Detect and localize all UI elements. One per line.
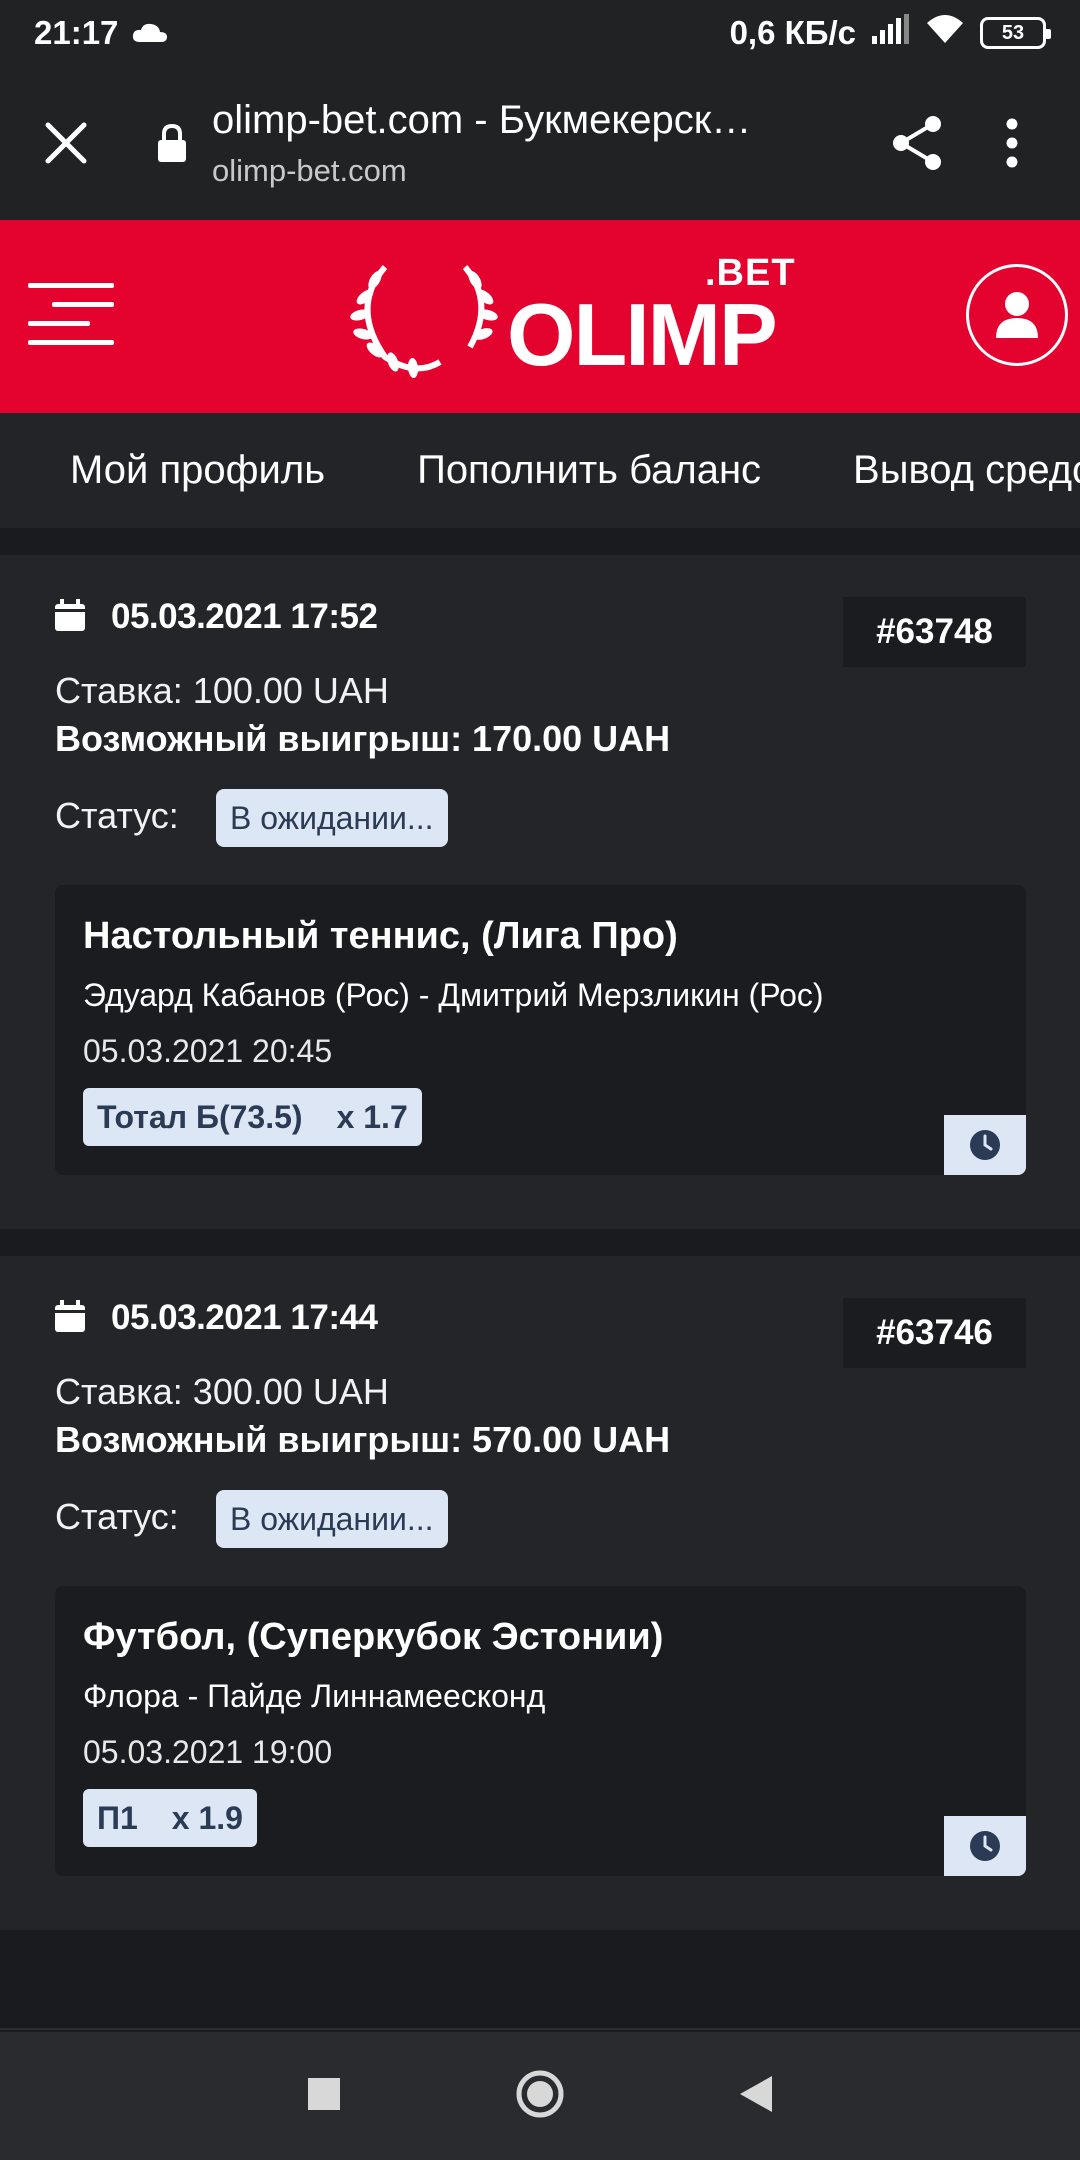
page-title: olimp-bet.com - Букмекерск… <box>212 97 752 142</box>
home-icon[interactable] <box>515 2069 565 2124</box>
event-time: 05.03.2021 19:00 <box>83 1734 333 1770</box>
event-sport: Футбол, (Суперкубок Эстонии) <box>83 1616 664 1658</box>
calendar-icon <box>55 1299 85 1337</box>
user-profile-button[interactable] <box>966 264 1068 366</box>
event-sport: Настольный теннис, (Лига Про) <box>83 915 678 957</box>
bet-possible-win: Возможный выигрыш: 570.00 UAH <box>55 1419 671 1460</box>
bet-possible-win: Возможный выигрыш: 170.00 UAH <box>55 718 671 759</box>
bet-card: 05.03.2021 17:52 #63748 Ставка: 100.00 U… <box>0 555 1080 1229</box>
bet-stake: Ставка: 100.00 UAH <box>55 670 389 711</box>
event-time: 05.03.2021 20:45 <box>83 1033 333 1069</box>
system-navigation-bar <box>0 2032 1080 2160</box>
clock-icon[interactable] <box>944 1816 1026 1876</box>
bet-date: 05.03.2021 17:52 <box>111 597 378 636</box>
battery-icon: 53 <box>980 17 1051 49</box>
lock-icon <box>152 66 192 220</box>
address-bar[interactable]: olimp-bet.com - Букмекерск… olimp-bet.co… <box>212 98 812 189</box>
bet-card: 05.03.2021 17:44 #63746 Ставка: 300.00 U… <box>0 1256 1080 1930</box>
event-teams: Эдуард Кабанов (Рос) - Дмитрий Мерзликин… <box>83 977 824 1013</box>
back-icon[interactable] <box>739 2075 773 2118</box>
bet-stake: Ставка: 300.00 UAH <box>55 1371 389 1412</box>
olimp-logo[interactable]: .BET OLIMP <box>345 252 795 386</box>
status-time: 21:17 <box>34 14 119 51</box>
profile-tabs: Мой профиль Пополнить баланс Вывод средс… <box>0 413 1080 528</box>
signal-icon <box>870 14 910 52</box>
event-details: Футбол, (Суперкубок Эстонии) Флора - Пай… <box>55 1586 1026 1876</box>
more-options-icon[interactable] <box>972 66 1052 220</box>
event-teams: Флора - Пайде Линнамеесконд <box>83 1678 546 1714</box>
bet-status-label: Статус: <box>55 795 179 836</box>
network-speed: 0,6 КБ/с <box>729 14 856 51</box>
event-details: Настольный теннис, (Лига Про) Эдуард Каб… <box>55 885 1026 1175</box>
bet-status-label: Статус: <box>55 1496 179 1537</box>
laurel-wreath-icon <box>350 265 498 378</box>
status-badge: В ожидании... <box>216 789 448 847</box>
page-bottom-divider <box>0 1970 1080 2030</box>
logo-name-text: OLIMP <box>507 285 778 384</box>
cloud-icon <box>132 14 168 52</box>
share-icon[interactable] <box>872 66 962 220</box>
bet-market: П1 <box>97 1799 138 1836</box>
battery-level: 53 <box>1001 21 1025 44</box>
close-icon[interactable] <box>0 66 132 220</box>
site-header: .BET OLIMP <box>0 220 1080 413</box>
bet-id-badge: #63748 <box>843 597 1026 667</box>
user-icon <box>996 292 1038 338</box>
tab-withdraw[interactable]: Вывод средств <box>853 448 1080 493</box>
page-url: olimp-bet.com <box>212 152 407 188</box>
bet-id-badge: #63746 <box>843 1298 1026 1368</box>
bet-date: 05.03.2021 17:44 <box>111 1298 378 1337</box>
browser-toolbar: olimp-bet.com - Букмекерск… olimp-bet.co… <box>0 66 1080 220</box>
menu-icon[interactable] <box>28 280 114 352</box>
bet-odds: x 1.7 <box>336 1098 408 1135</box>
odds-chip: П1 x 1.9 <box>83 1789 257 1847</box>
bet-odds: x 1.9 <box>171 1799 243 1836</box>
tab-deposit[interactable]: Пополнить баланс <box>417 448 761 493</box>
wifi-icon <box>924 13 966 53</box>
calendar-icon <box>55 598 85 636</box>
tab-my-profile[interactable]: Мой профиль <box>70 448 325 493</box>
clock-icon[interactable] <box>944 1115 1026 1175</box>
odds-chip: Тотал Б(73.5) x 1.7 <box>83 1088 422 1146</box>
recent-apps-icon[interactable] <box>307 2077 341 2116</box>
status-bar: 21:17 0,6 КБ/с 53 <box>0 0 1080 66</box>
status-badge: В ожидании... <box>216 1490 448 1548</box>
bet-market: Тотал Б(73.5) <box>97 1098 303 1135</box>
